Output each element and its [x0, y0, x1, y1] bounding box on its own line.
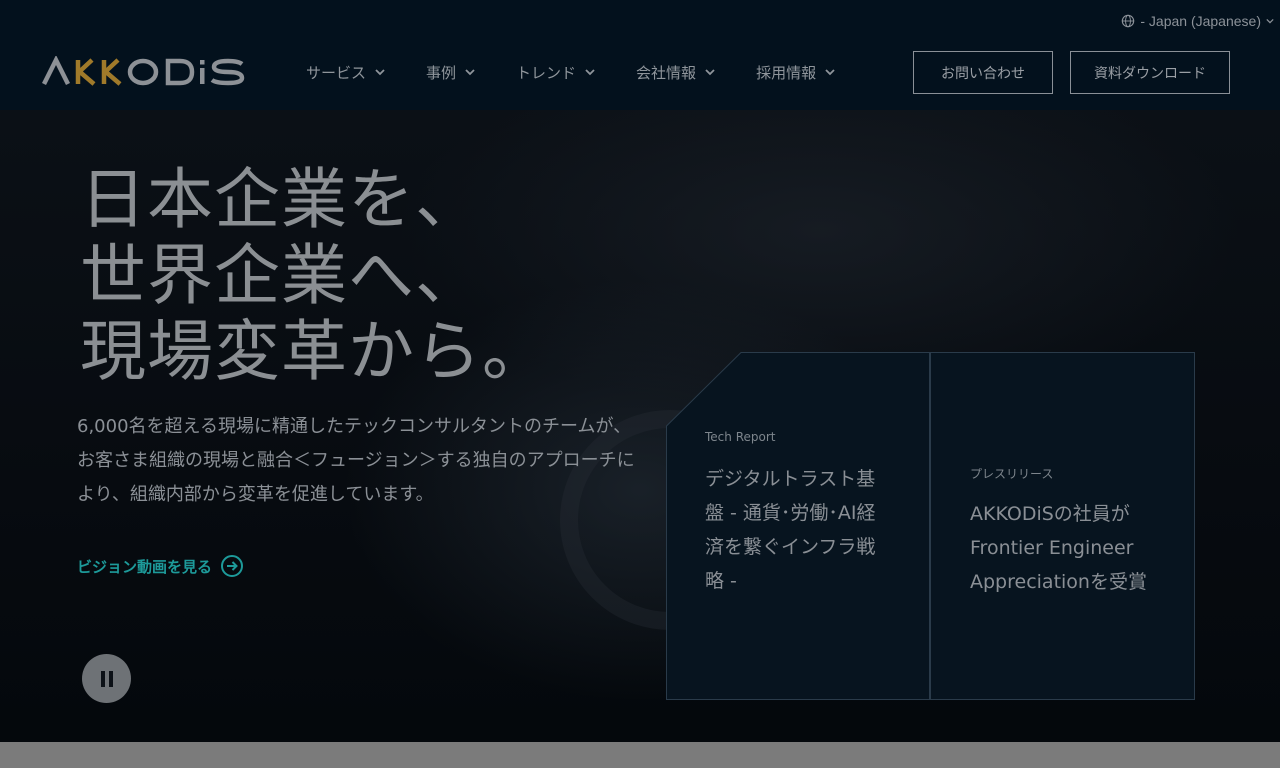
card-tag: プレスリリース — [970, 467, 1054, 481]
pause-button[interactable] — [82, 654, 131, 703]
vision-video-link[interactable]: ビジョン動画を見る — [77, 554, 244, 578]
nav-item-trends[interactable]: トレンド — [516, 62, 596, 83]
hero-description: 6,000名を超える現場に精通したテックコンサルタントのチームが、お客さま組織の… — [77, 416, 635, 505]
nav-item-label: 会社情報 — [636, 63, 697, 82]
hero-headline: 日本企業を、 世界企業へ、 現場変革から。 — [80, 162, 549, 390]
chevron-down-icon — [375, 69, 385, 76]
chevron-down-icon — [465, 69, 475, 76]
hero-section: 日本企業を、 世界企業へ、 現場変革から。 6,000名を超える現場に精通したテ… — [0, 110, 1280, 742]
akkodis-logo[interactable] — [42, 56, 248, 88]
nav-item-cases[interactable]: 事例 — [426, 62, 476, 83]
nav-item-label: サービス — [306, 63, 367, 82]
chevron-down-icon — [825, 69, 835, 76]
headline-line: 日本企業を、 — [80, 161, 482, 238]
vision-link-label: ビジョン動画を見る — [77, 557, 213, 576]
contact-button[interactable]: お問い合わせ — [913, 51, 1053, 94]
card-title: AKKODiSの社員がFrontier Engineer Appreciatio… — [970, 503, 1147, 593]
arrow-circle-right-icon — [221, 555, 244, 577]
main-nav: サービス 事例 トレンド 会社情報 採用情報 — [306, 58, 836, 86]
news-cards: Tech Report デジタルトラスト基盤 - 通貨･労働･AI経済を繋ぐイン… — [666, 352, 1195, 700]
language-label: - Japan (Japanese) — [1140, 13, 1261, 29]
nav-item-label: 採用情報 — [756, 63, 817, 82]
news-card-tech-report[interactable]: Tech Report デジタルトラスト基盤 - 通貨･労働･AI経済を繋ぐイン… — [666, 352, 930, 700]
headline-line: 世界企業へ、 — [80, 237, 482, 314]
globe-icon — [1122, 14, 1135, 28]
nav-item-services[interactable]: サービス — [306, 62, 386, 83]
nav-item-label: 事例 — [426, 63, 457, 82]
chevron-down-icon — [1266, 18, 1274, 24]
headline-line: 現場変革から。 — [80, 313, 549, 390]
news-card-press-release[interactable]: プレスリリース AKKODiSの社員がFrontier Engineer App… — [930, 352, 1195, 700]
site-header: - Japan (Japanese) サービス 事例 トレンド 会社情報 採用情… — [0, 0, 1280, 110]
card-tag: Tech Report — [705, 430, 776, 444]
chevron-down-icon — [705, 69, 715, 76]
chevron-down-icon — [585, 69, 595, 76]
card-title: デジタルトラスト基盤 - 通貨･労働･AI経済を繋ぐインフラ戦略 - — [705, 468, 876, 592]
download-button[interactable]: 資料ダウンロード — [1070, 51, 1230, 94]
next-section-edge — [0, 742, 1280, 768]
nav-item-recruit[interactable]: 採用情報 — [756, 62, 836, 83]
nav-item-company[interactable]: 会社情報 — [636, 62, 716, 83]
language-selector[interactable]: - Japan (Japanese) — [1121, 12, 1274, 30]
pause-icon — [100, 670, 113, 687]
nav-item-label: トレンド — [516, 63, 577, 82]
